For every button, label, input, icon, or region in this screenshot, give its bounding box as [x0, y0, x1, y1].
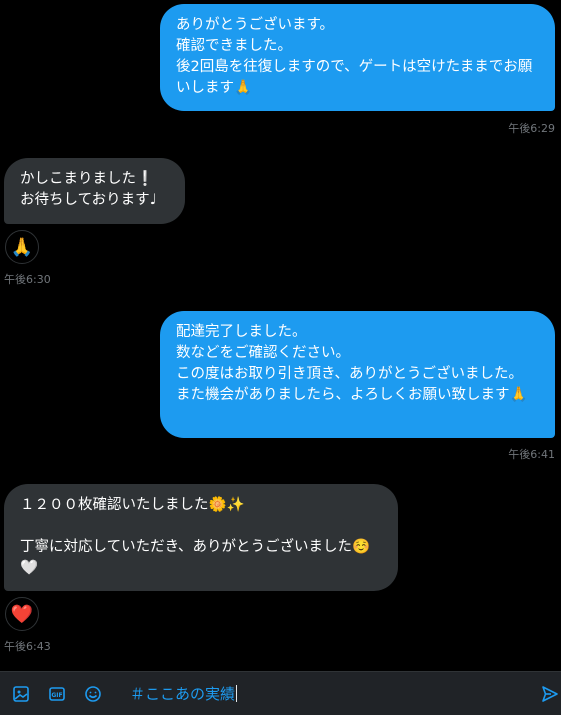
- outgoing-message: ありがとうございます。 確認できました。 後2回島を往復しますので、ゲートは空け…: [160, 4, 555, 111]
- reaction-heart-icon[interactable]: ❤️: [5, 597, 39, 631]
- outgoing-message: 配達完了しました。 数などをご確認ください。 この度はお取り引き頂き、ありがとう…: [160, 311, 555, 438]
- message-timestamp: 午後6:43: [4, 640, 51, 653]
- draft-text: ＃ここあの実績: [130, 685, 236, 703]
- send-icon[interactable]: [540, 684, 560, 704]
- reaction-pray-icon[interactable]: 🙏: [5, 230, 39, 264]
- svg-text:GIF: GIF: [51, 692, 62, 699]
- gif-icon[interactable]: GIF: [47, 684, 67, 704]
- message-timestamp: 午後6:30: [4, 273, 51, 286]
- message-input[interactable]: ＃ここあの実績: [130, 684, 238, 704]
- image-icon[interactable]: [11, 684, 31, 704]
- message-timestamp: 午後6:41: [508, 448, 555, 461]
- incoming-message: １２００枚確認いたしました🌼✨ 丁寧に対応していただき、ありがとうございました☺…: [4, 484, 398, 591]
- message-composer: GIF ＃ここあの実績: [0, 671, 561, 715]
- text-caret: [236, 685, 238, 702]
- message-timestamp: 午後6:29: [508, 122, 555, 135]
- emoji-icon[interactable]: [83, 684, 103, 704]
- incoming-message: かしこまりました❕ お待ちしております♩: [4, 158, 185, 224]
